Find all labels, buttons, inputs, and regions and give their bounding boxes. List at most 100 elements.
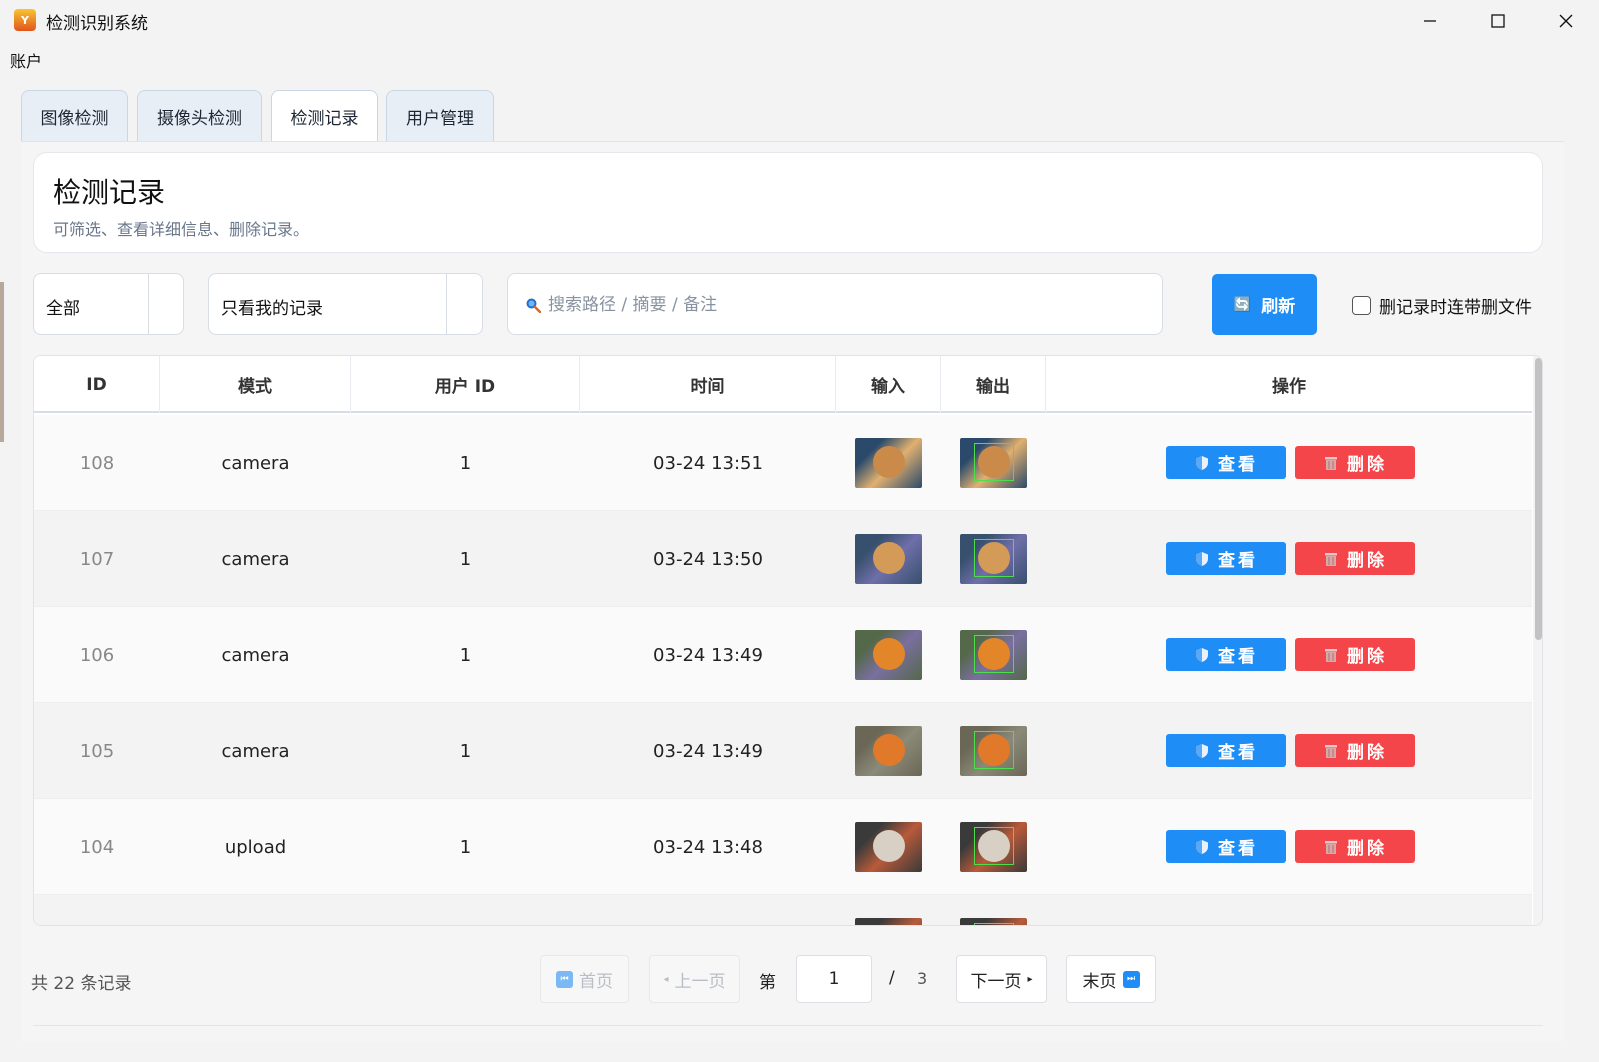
cell-user-id: 1 <box>459 644 472 666</box>
refresh-button-label: 刷新 <box>1261 297 1296 317</box>
cell-output <box>941 511 1046 607</box>
total-pages: 3 <box>917 969 928 988</box>
input-thumbnail[interactable] <box>855 822 922 872</box>
col-header-input[interactable]: 输入 <box>836 356 941 413</box>
cell-input <box>836 415 941 511</box>
input-thumbnail[interactable] <box>855 630 922 680</box>
cell-mode: camera <box>221 740 290 762</box>
delete-button[interactable]: 删除 <box>1295 446 1415 479</box>
delete-button[interactable]: 删除 <box>1295 638 1415 671</box>
table-row[interactable]: 105 camera 1 03-24 13:49 查看 删除 <box>34 703 1532 799</box>
view-button[interactable]: 查看 <box>1166 446 1286 479</box>
cell-input <box>836 895 941 925</box>
menu-bar: 账户 <box>0 42 1599 76</box>
cell-user-id: 1 <box>459 548 472 570</box>
delete-files-checkbox[interactable] <box>1352 296 1371 315</box>
cell-time: 03-24 13:48 <box>653 836 763 858</box>
header-card: 检测记录 可筛选、查看详细信息、删除记录。 <box>33 152 1543 253</box>
cell-user-id: 1 <box>459 836 472 858</box>
input-thumbnail-subject <box>873 542 905 574</box>
page-number-input[interactable] <box>796 955 872 1003</box>
input-thumbnail[interactable] <box>855 534 922 584</box>
col-header-mode[interactable]: 模式 <box>160 356 351 413</box>
output-thumbnail[interactable] <box>960 438 1027 488</box>
input-thumbnail-subject <box>873 638 905 670</box>
next-page-label: 下一页 <box>970 971 1022 992</box>
prev-page-button[interactable]: ◂ 上一页 <box>649 955 740 1003</box>
next-page-button[interactable]: 下一页 ▸ <box>956 955 1047 1003</box>
bottom-divider <box>33 1025 1543 1026</box>
shield-icon <box>1196 647 1208 662</box>
col-header-user-id[interactable]: 用户 ID <box>351 356 580 413</box>
first-page-label: 首页 <box>579 971 613 992</box>
col-header-id[interactable]: ID <box>34 356 160 413</box>
output-thumbnail[interactable] <box>960 822 1027 872</box>
window-edge <box>0 282 4 442</box>
minimize-icon <box>1424 20 1436 22</box>
col-header-actions[interactable]: 操作 <box>1046 356 1532 413</box>
input-thumbnail-subject <box>873 734 905 766</box>
delete-button-label: 删除 <box>1347 455 1387 475</box>
view-button[interactable]: 查看 <box>1166 542 1286 575</box>
col-header-time[interactable]: 时间 <box>580 356 836 413</box>
last-page-icon: ⏭ <box>1122 970 1140 988</box>
prev-arrow-icon: ◂ <box>663 973 669 985</box>
tab-detection-records[interactable]: 检测记录 <box>271 90 378 142</box>
tab-image-detection[interactable]: 图像检测 <box>21 90 128 142</box>
page-title: 检测记录 <box>53 176 166 209</box>
scope-select[interactable]: 只看我的记录 <box>208 273 483 335</box>
output-thumbnail[interactable] <box>960 630 1027 680</box>
mode-select-divider <box>148 274 149 334</box>
input-thumbnail[interactable] <box>855 438 922 488</box>
tab-camera-detection[interactable]: 摄像头检测 <box>137 90 262 142</box>
col-header-output[interactable]: 输出 <box>941 356 1046 413</box>
table-row[interactable]: 查看删除 <box>34 895 1532 925</box>
menu-account[interactable]: 账户 <box>10 48 42 72</box>
cell-time: 03-24 13:51 <box>653 452 763 474</box>
cell-input <box>836 511 941 607</box>
delete-button[interactable]: 删除 <box>1295 542 1415 575</box>
table-row[interactable]: 107 camera 1 03-24 13:50 查看 删除 <box>34 511 1532 607</box>
next-arrow-icon: ▸ <box>1027 973 1033 985</box>
table-scrollbar[interactable] <box>1533 356 1542 925</box>
view-button-label: 查看 <box>1218 743 1258 763</box>
maximize-button[interactable] <box>1464 0 1532 42</box>
view-button-label: 查看 <box>1218 647 1258 667</box>
minimize-button[interactable] <box>1396 0 1464 42</box>
table-row[interactable]: 108 camera 1 03-24 13:51 查看 删除 <box>34 415 1532 511</box>
refresh-button[interactable]: 🔄 刷新 <box>1212 274 1317 335</box>
input-thumbnail[interactable] <box>855 918 922 925</box>
last-page-button[interactable]: 末页 ⏭ <box>1066 955 1156 1003</box>
tab-user-management[interactable]: 用户管理 <box>386 90 494 142</box>
cell-time <box>580 895 836 925</box>
trash-icon <box>1325 744 1337 758</box>
detection-box <box>974 539 1014 577</box>
mode-select[interactable]: 全部 <box>33 273 184 335</box>
table-header: ID 模式 用户 ID 时间 输入 输出 操作 <box>34 356 1532 413</box>
trash-icon <box>1325 456 1337 470</box>
table-body: 108 camera 1 03-24 13:51 查看 删除 107 camera 1 03-24… <box>34 415 1532 925</box>
maximize-icon <box>1491 14 1505 28</box>
view-button[interactable]: 查看 <box>1166 638 1286 671</box>
view-button-label: 查看 <box>1218 551 1258 571</box>
shield-icon <box>1196 551 1208 566</box>
input-thumbnail[interactable] <box>855 726 922 776</box>
output-thumbnail[interactable] <box>960 726 1027 776</box>
cell-user-id: 1 <box>459 452 472 474</box>
delete-button[interactable]: 删除 <box>1295 734 1415 767</box>
close-button[interactable] <box>1532 0 1599 42</box>
delete-button[interactable]: 删除 <box>1295 830 1415 863</box>
output-thumbnail[interactable] <box>960 918 1027 925</box>
shield-icon <box>1196 455 1208 470</box>
first-page-button[interactable]: ⏮ 首页 <box>540 955 629 1003</box>
table-row[interactable]: 104 upload 1 03-24 13:48 查看 删除 <box>34 799 1532 895</box>
table-row[interactable]: 106 camera 1 03-24 13:49 查看 删除 <box>34 607 1532 703</box>
search-input[interactable] <box>548 286 1148 324</box>
table-scrollbar-thumb[interactable] <box>1535 358 1542 640</box>
delete-files-option[interactable]: 删记录时连带删文件 <box>1352 293 1532 318</box>
output-thumbnail[interactable] <box>960 534 1027 584</box>
trash-icon <box>1325 840 1337 854</box>
page-separator: / <box>889 968 895 988</box>
view-button[interactable]: 查看 <box>1166 830 1286 863</box>
view-button[interactable]: 查看 <box>1166 734 1286 767</box>
